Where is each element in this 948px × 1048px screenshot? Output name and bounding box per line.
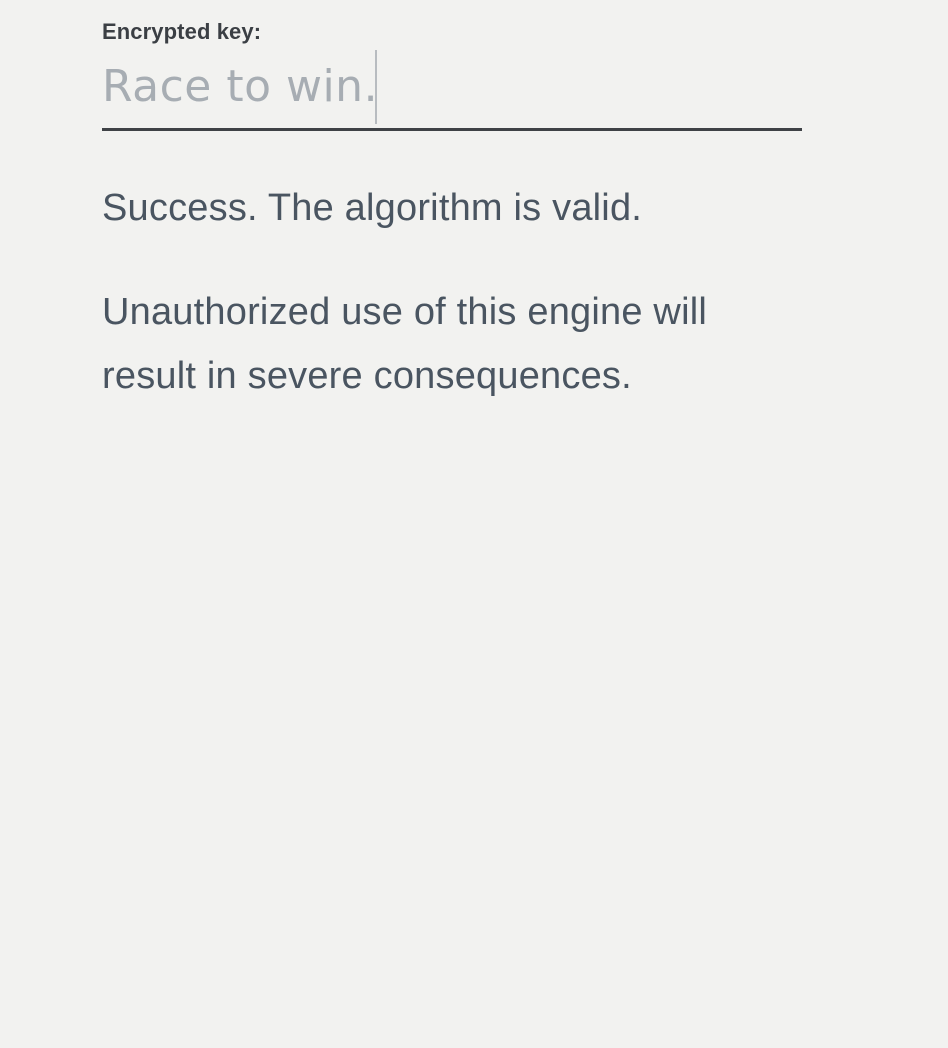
success-message: Success. The algorithm is valid. (102, 187, 643, 229)
encrypted-key-label: Encrypted key: (102, 19, 262, 44)
encrypted-key-input[interactable] (102, 50, 802, 122)
encrypted-key-field (102, 50, 802, 131)
encrypted-key-form: Encrypted key: (102, 18, 802, 131)
warning-message: Unauthorized use of this engine will res… (102, 291, 707, 397)
text-caret (375, 50, 377, 124)
